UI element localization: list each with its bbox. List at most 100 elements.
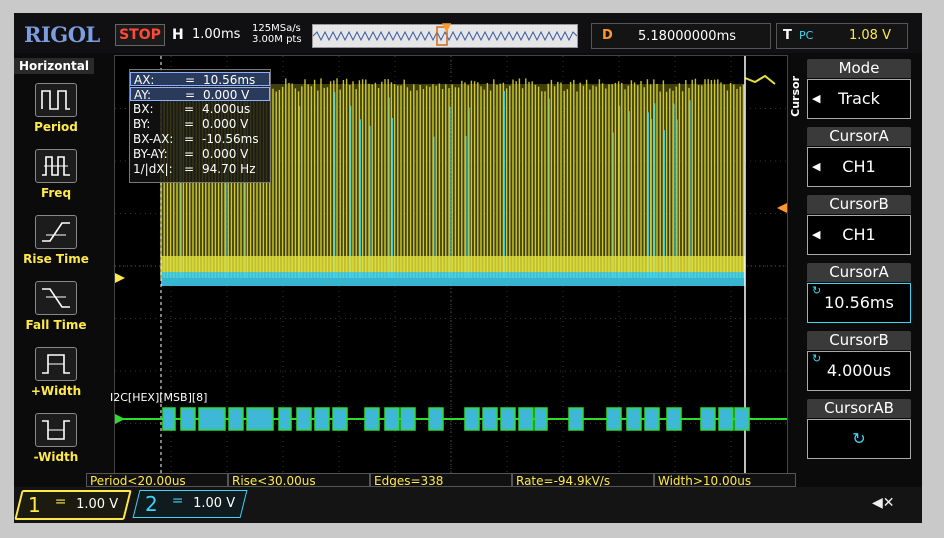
fall-time-button[interactable] <box>35 281 77 315</box>
trigger-box[interactable]: T PC 1.08 V <box>776 23 908 49</box>
decode-frame <box>364 407 380 431</box>
neg-width-button[interactable] <box>35 413 77 447</box>
readout-key: AX: <box>134 73 155 87</box>
decode-frame <box>162 407 176 431</box>
cursor-menu-label: Cursor <box>789 76 802 117</box>
cursor-a-pos-knob[interactable]: ↻ 10.56ms <box>807 283 911 323</box>
decode-frame <box>644 407 660 431</box>
decode-frame <box>296 407 312 431</box>
readout-value: 4.000us <box>202 102 251 116</box>
measurement-item[interactable]: Rate=-94.9kV/s <box>512 473 654 488</box>
readout-key: BY: <box>133 117 151 131</box>
decode-frame <box>718 407 734 431</box>
chevron-left-icon: ◀ <box>812 228 821 241</box>
cursor-b-pos-knob[interactable]: ↻ 4.000us <box>807 351 911 391</box>
readout-value: 0.000 V <box>202 147 249 161</box>
measurement-item[interactable]: Edges=338 <box>370 473 512 488</box>
channel-1-scale: 1.00 V <box>76 497 119 512</box>
period-label: Period <box>34 120 78 134</box>
scope-screen: RIGOL STOP H 1.00ms 125MSa/s 3.00M pts ▼… <box>14 13 922 523</box>
rise-time-button[interactable] <box>35 215 77 249</box>
speaker-icon[interactable]: ◀✕ <box>872 495 895 511</box>
readout-key: AY: <box>134 88 152 102</box>
trigger-source: PC <box>799 29 814 42</box>
horizontal-menu: Horizontal Period Freq Rise Time Fall Ti… <box>14 55 94 485</box>
freq-button[interactable] <box>35 149 77 183</box>
readout-key: BX: <box>133 102 154 116</box>
trigger-label: T <box>783 28 792 43</box>
rigol-logo: RIGOL <box>24 22 100 47</box>
ch1-offset-marker <box>115 273 125 283</box>
cursor-ab-knob[interactable]: ↻ <box>807 419 911 459</box>
status-bar: RIGOL STOP H 1.00ms 125MSa/s 3.00M pts ▼… <box>14 13 922 53</box>
trigger-level-marker <box>777 203 787 213</box>
cursor-a-source-selector[interactable]: ◀ CH1 <box>807 147 911 187</box>
decode-frame <box>332 407 348 431</box>
decode-frame <box>228 407 244 431</box>
dc-coupling-icon: = <box>171 493 184 509</box>
sample-rate-value: 125MSa/s <box>252 23 301 34</box>
run-stop-indicator[interactable]: STOP <box>115 24 165 46</box>
cursor-readout-row: 1/|dX|: = 94.70 Hz <box>130 162 270 176</box>
pos-width-button[interactable] <box>35 347 77 381</box>
timebase-value[interactable]: 1.00ms <box>192 27 240 42</box>
readout-eq: = <box>184 147 195 161</box>
readout-eq: = <box>184 102 195 116</box>
cursor-b-source-selector[interactable]: ◀ CH1 <box>807 215 911 255</box>
knob-icon: ↻ <box>852 429 866 448</box>
cursor-a-source-value: CH1 <box>842 157 876 176</box>
channel-2-number: 2 <box>145 492 158 516</box>
channel-2-box[interactable]: 2 = 1.00 V <box>132 490 248 518</box>
decode-frame <box>428 407 444 431</box>
decode-frame <box>626 407 642 431</box>
readout-eq: = <box>184 162 195 176</box>
cursor-readout-row: AX: = 10.56ms <box>130 72 270 87</box>
cursor-b-source-value: CH1 <box>842 225 876 244</box>
mode-value: Track <box>838 89 880 108</box>
readout-key: BX-AX: <box>133 132 174 146</box>
neg-width-icon <box>42 420 70 440</box>
decode-frame <box>606 407 622 431</box>
decode-frame <box>464 407 480 431</box>
readout-value: 0.000 V <box>202 117 249 131</box>
cursor-b-source-title: CursorB <box>807 195 911 214</box>
measurement-item[interactable]: Width>10.00us <box>654 473 796 488</box>
readout-key: 1/|dX|: <box>133 162 173 176</box>
readout-value: 0.000 V <box>203 88 250 102</box>
decode-frame <box>482 407 498 431</box>
measurement-item[interactable]: Period<20.00us <box>86 473 228 488</box>
ch1-baseline <box>161 256 745 272</box>
readout-key: BY-AY: <box>133 147 168 161</box>
readout-value: 10.56ms <box>203 73 256 87</box>
cursor-readout-panel: AX: = 10.56ms AY: = 0.000 V BX: = 4.000us BY: = 0.0… <box>129 69 271 183</box>
period-button[interactable] <box>35 83 77 117</box>
knob-icon: ↻ <box>812 284 822 297</box>
memory-depth-value: 3.00M pts <box>252 34 302 45</box>
cursor-a-pos-title: CursorA <box>807 263 911 282</box>
measurement-item[interactable]: Rise<30.00us <box>228 473 370 488</box>
channel-1-box[interactable]: 1 = 1.00 V <box>14 490 132 520</box>
chevron-left-icon: ◀ <box>812 160 821 173</box>
sample-rate: 125MSa/s 3.00M pts <box>252 23 302 45</box>
mode-selector[interactable]: ◀ Track <box>807 79 911 119</box>
decode-frame <box>534 407 548 431</box>
cursor-readout-row: BY-AY: = 0.000 V <box>130 147 270 161</box>
neg-width-label: -Width <box>33 450 79 464</box>
delay-box[interactable]: D 5.18000000ms <box>591 23 771 49</box>
fall-time-icon <box>42 288 70 308</box>
trigger-level: 1.08 V <box>849 28 891 43</box>
readout-eq: = <box>185 73 196 87</box>
decode-frame <box>500 407 516 431</box>
chevron-left-icon: ◀ <box>812 92 821 105</box>
cursor-a-source-title: CursorA <box>807 127 911 146</box>
readout-eq: = <box>184 132 195 146</box>
cursor-b-pos-value: 4.000us <box>826 361 892 380</box>
decode-frame <box>568 407 584 431</box>
cursor-readout-row: AY: = 0.000 V <box>130 87 270 102</box>
cursor-menu: Mode ◀ Track CursorA ◀ CH1 CursorB ◀ CH1 Cu… <box>804 55 916 475</box>
decode-frame <box>518 407 534 431</box>
pos-width-label: +Width <box>30 384 82 398</box>
decode-frame <box>666 407 682 431</box>
rise-time-icon <box>42 222 70 242</box>
delay-label: D <box>602 28 613 43</box>
